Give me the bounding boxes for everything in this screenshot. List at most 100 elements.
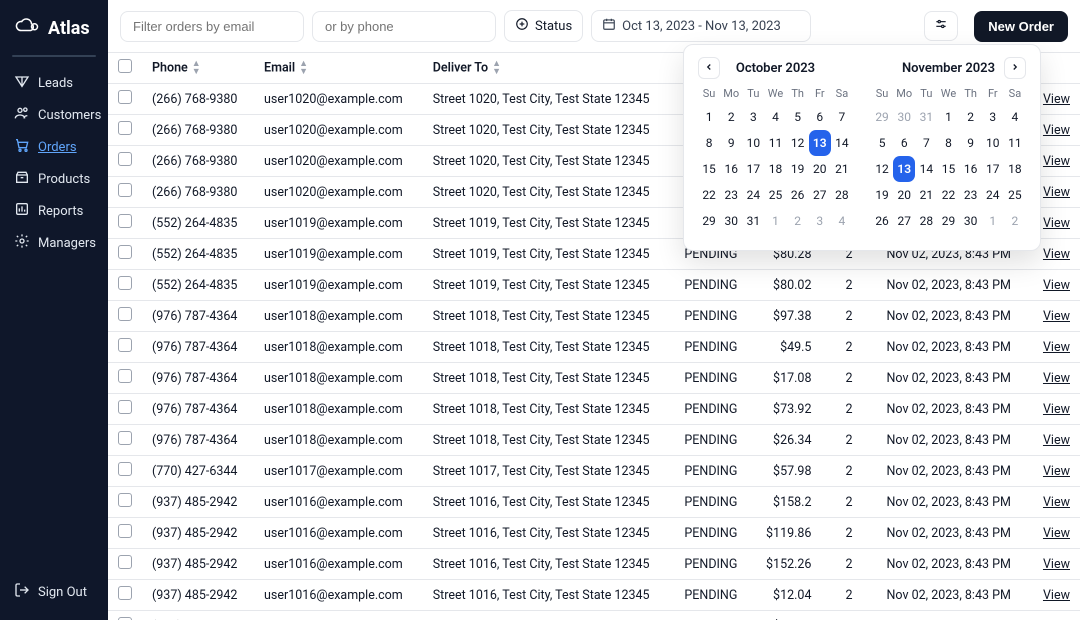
calendar-day[interactable]: 1 bbox=[937, 104, 959, 130]
calendar-day[interactable]: 3 bbox=[742, 104, 764, 130]
view-link[interactable]: View bbox=[1043, 464, 1070, 479]
view-link[interactable]: View bbox=[1043, 309, 1070, 324]
calendar-day[interactable]: 22 bbox=[698, 182, 720, 208]
sidebar-item-managers[interactable]: Managers bbox=[8, 227, 100, 259]
calendar-day[interactable]: 10 bbox=[742, 130, 764, 156]
sign-out[interactable]: Sign Out bbox=[8, 576, 100, 608]
view-link[interactable]: View bbox=[1043, 557, 1070, 572]
calendar-day[interactable]: 18 bbox=[764, 156, 786, 182]
calendar-day[interactable]: 26 bbox=[871, 208, 893, 234]
calendar-day[interactable]: 24 bbox=[742, 182, 764, 208]
calendar-day[interactable]: 14 bbox=[831, 130, 853, 156]
calendar-day[interactable]: 14 bbox=[915, 156, 937, 182]
row-checkbox[interactable] bbox=[118, 555, 132, 569]
calendar-day[interactable]: 30 bbox=[960, 208, 982, 234]
filter-phone-field[interactable] bbox=[323, 18, 485, 35]
row-checkbox[interactable] bbox=[118, 214, 132, 228]
view-link[interactable]: View bbox=[1043, 402, 1070, 417]
calendar-day[interactable]: 19 bbox=[871, 182, 893, 208]
row-checkbox[interactable] bbox=[118, 152, 132, 166]
select-all-checkbox[interactable] bbox=[118, 59, 132, 73]
calendar-day[interactable]: 20 bbox=[809, 156, 831, 182]
calendar-day[interactable]: 22 bbox=[937, 182, 959, 208]
calendar-day[interactable]: 7 bbox=[915, 130, 937, 156]
calendar-day[interactable]: 29 bbox=[698, 208, 720, 234]
calendar-day[interactable]: 5 bbox=[871, 130, 893, 156]
view-link[interactable]: View bbox=[1043, 340, 1070, 355]
filter-email-input[interactable] bbox=[120, 11, 304, 42]
calendar-day[interactable]: 17 bbox=[742, 156, 764, 182]
display-options-button[interactable] bbox=[924, 11, 958, 41]
date-range-picker[interactable]: Oct 13, 2023 - Nov 13, 2023 bbox=[591, 10, 811, 42]
row-checkbox[interactable] bbox=[118, 493, 132, 507]
sidebar-item-leads[interactable]: Leads bbox=[8, 67, 100, 99]
view-link[interactable]: View bbox=[1043, 247, 1070, 262]
view-link[interactable]: View bbox=[1043, 123, 1070, 138]
calendar-day[interactable]: 21 bbox=[831, 156, 853, 182]
calendar-day[interactable]: 17 bbox=[982, 156, 1004, 182]
view-link[interactable]: View bbox=[1043, 216, 1070, 231]
calendar-day[interactable]: 6 bbox=[809, 104, 831, 130]
calendar-day[interactable]: 31 bbox=[742, 208, 764, 234]
sidebar-item-reports[interactable]: Reports bbox=[8, 195, 100, 227]
calendar-day[interactable]: 31 bbox=[915, 104, 937, 130]
filter-phone-input[interactable] bbox=[312, 11, 496, 42]
calendar-day[interactable]: 24 bbox=[982, 182, 1004, 208]
calendar-day[interactable]: 16 bbox=[960, 156, 982, 182]
calendar-day[interactable]: 28 bbox=[831, 182, 853, 208]
calendar-day[interactable]: 4 bbox=[1004, 104, 1026, 130]
view-link[interactable]: View bbox=[1043, 495, 1070, 510]
calendar-day[interactable]: 30 bbox=[893, 104, 915, 130]
calendar-day[interactable]: 1 bbox=[764, 208, 786, 234]
view-link[interactable]: View bbox=[1043, 278, 1070, 293]
calendar-day[interactable]: 12 bbox=[787, 130, 809, 156]
calendar-day[interactable]: 18 bbox=[1004, 156, 1026, 182]
row-checkbox[interactable] bbox=[118, 245, 132, 259]
sidebar-item-products[interactable]: Products bbox=[8, 163, 100, 195]
row-checkbox[interactable] bbox=[118, 276, 132, 290]
calendar-day[interactable]: 19 bbox=[787, 156, 809, 182]
calendar-day[interactable]: 2 bbox=[1004, 208, 1026, 234]
calendar-day[interactable]: 2 bbox=[960, 104, 982, 130]
calendar-day[interactable]: 25 bbox=[764, 182, 786, 208]
calendar-day[interactable]: 4 bbox=[764, 104, 786, 130]
filter-email-field[interactable] bbox=[131, 18, 293, 35]
calendar-day[interactable]: 7 bbox=[831, 104, 853, 130]
view-link[interactable]: View bbox=[1043, 588, 1070, 603]
calendar-day[interactable]: 8 bbox=[937, 130, 959, 156]
sidebar-item-customers[interactable]: Customers bbox=[8, 99, 100, 131]
row-checkbox[interactable] bbox=[118, 307, 132, 321]
row-checkbox[interactable] bbox=[118, 338, 132, 352]
row-checkbox[interactable] bbox=[118, 524, 132, 538]
sidebar-item-orders[interactable]: Orders bbox=[8, 131, 100, 163]
calendar-day[interactable]: 16 bbox=[720, 156, 742, 182]
calendar-day[interactable]: 23 bbox=[960, 182, 982, 208]
column-header[interactable]: Email▲▼ bbox=[254, 53, 423, 84]
row-checkbox[interactable] bbox=[118, 121, 132, 135]
calendar-day[interactable]: 4 bbox=[831, 208, 853, 234]
calendar-next[interactable] bbox=[1004, 57, 1026, 79]
row-checkbox[interactable] bbox=[118, 90, 132, 104]
calendar-day[interactable]: 11 bbox=[1004, 130, 1026, 156]
new-order-button[interactable]: New Order bbox=[974, 11, 1068, 42]
view-link[interactable]: View bbox=[1043, 92, 1070, 107]
calendar-day[interactable]: 5 bbox=[787, 104, 809, 130]
calendar-day[interactable]: 13 bbox=[893, 156, 915, 182]
status-filter[interactable]: Status bbox=[504, 10, 583, 42]
calendar-day[interactable]: 1 bbox=[698, 104, 720, 130]
calendar-day[interactable]: 3 bbox=[809, 208, 831, 234]
calendar-day[interactable]: 12 bbox=[871, 156, 893, 182]
row-checkbox[interactable] bbox=[118, 462, 132, 476]
calendar-day[interactable]: 13 bbox=[809, 130, 831, 156]
calendar-day[interactable]: 27 bbox=[893, 208, 915, 234]
row-checkbox[interactable] bbox=[118, 369, 132, 383]
view-link[interactable]: View bbox=[1043, 185, 1070, 200]
calendar-day[interactable]: 30 bbox=[720, 208, 742, 234]
calendar-day[interactable]: 25 bbox=[1004, 182, 1026, 208]
calendar-day[interactable]: 2 bbox=[720, 104, 742, 130]
calendar-day[interactable]: 27 bbox=[809, 182, 831, 208]
row-checkbox[interactable] bbox=[118, 183, 132, 197]
calendar-day[interactable]: 23 bbox=[720, 182, 742, 208]
calendar-day[interactable]: 9 bbox=[960, 130, 982, 156]
row-checkbox[interactable] bbox=[118, 431, 132, 445]
